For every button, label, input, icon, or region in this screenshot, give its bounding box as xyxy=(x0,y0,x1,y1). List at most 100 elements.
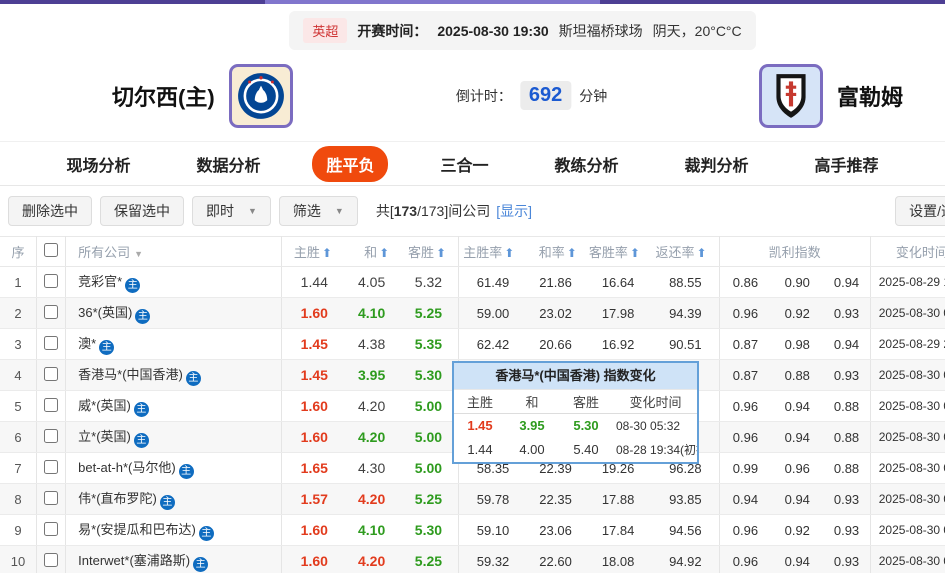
row-checkbox[interactable] xyxy=(44,552,59,567)
odds-value[interactable]: 5.00 xyxy=(401,390,460,422)
popup-odds-value: 1.45 xyxy=(467,418,493,434)
tab-7[interactable]: 高手推荐 xyxy=(801,146,893,182)
header-return-rate[interactable]: 返还率 ⬆ xyxy=(651,236,720,267)
odds-value[interactable]: 1.60 xyxy=(281,545,344,573)
popup-odds-value: 3.95 xyxy=(519,418,545,434)
odds-value[interactable]: 5.30 xyxy=(401,514,460,546)
odds-value[interactable]: 1.45 xyxy=(281,328,344,360)
tab-5[interactable]: 教练分析 xyxy=(541,146,633,182)
row-checkbox[interactable] xyxy=(44,428,59,443)
rate-value: 16.64 xyxy=(588,266,652,298)
row-checkbox-cell xyxy=(36,359,67,391)
select-all-checkbox[interactable] xyxy=(44,243,59,257)
kelly-value: 0.94 xyxy=(771,421,824,453)
tab-4[interactable]: 三合一 xyxy=(426,146,502,182)
header-draw-rate[interactable]: 和率 ⬆ xyxy=(526,236,589,267)
odds-value[interactable]: 4.05 xyxy=(343,266,402,298)
odds-value[interactable]: 1.60 xyxy=(281,297,344,329)
odds-value[interactable]: 5.00 xyxy=(401,452,460,484)
company-name[interactable]: bet-at-h*(马尔他) xyxy=(78,460,176,475)
row-number: 2 xyxy=(0,297,37,329)
header-home-odds[interactable]: 主胜 ⬆ xyxy=(281,236,344,267)
company-name[interactable]: 威*(英国) xyxy=(78,398,131,413)
odds-value[interactable]: 5.35 xyxy=(401,328,460,360)
change-time: 2025-08-30 05:44 xyxy=(870,514,945,546)
top-progress-segment xyxy=(265,0,600,4)
odds-value[interactable]: 1.45 xyxy=(281,359,344,391)
odds-value[interactable]: 1.60 xyxy=(281,421,344,453)
row-checkbox[interactable] xyxy=(44,459,59,474)
away-team: 富勒姆 xyxy=(758,63,903,128)
odds-value[interactable]: 4.20 xyxy=(343,421,402,453)
tab-1[interactable]: 现场分析 xyxy=(52,146,144,182)
odds-value[interactable]: 4.20 xyxy=(343,483,402,515)
table-row: 8 伟*(直布罗陀) 主 1.57 4.20 5.25 59.78 22.35 17.88 93.… xyxy=(0,483,945,515)
rate-value: 62.42 xyxy=(458,328,527,360)
tab-3[interactable]: 胜平负 xyxy=(312,145,389,182)
rate-value: 18.08 xyxy=(588,545,652,573)
company-name[interactable]: Interwet*(塞浦路斯) xyxy=(78,553,190,568)
row-checkbox[interactable] xyxy=(44,304,59,319)
company-name[interactable]: 澳* xyxy=(78,336,96,351)
row-checkbox-cell xyxy=(36,266,67,298)
rate-value: 88.55 xyxy=(651,266,720,298)
company-name[interactable]: 易*(安提瓜和巴布达) xyxy=(78,522,196,537)
chevron-down-icon: ▼ xyxy=(134,249,144,259)
filter-dropdown[interactable]: 筛选 ▼ xyxy=(278,196,358,226)
odds-value[interactable]: 4.30 xyxy=(343,452,402,484)
odds-value[interactable]: 3.95 xyxy=(343,359,402,391)
popup-header-time: 变化时间 xyxy=(614,389,697,414)
row-checkbox[interactable] xyxy=(44,366,59,381)
company-name[interactable]: 香港马*(中国香港) xyxy=(78,367,183,382)
company-name[interactable]: 竞彩官* xyxy=(78,274,122,289)
odds-value[interactable]: 1.60 xyxy=(281,514,344,546)
row-checkbox[interactable] xyxy=(44,397,59,412)
show-link[interactable]: [显示] xyxy=(496,203,532,219)
odds-value[interactable]: 5.00 xyxy=(401,421,460,453)
company-name[interactable]: 伟*(直布罗陀) xyxy=(78,491,157,506)
company-cell: 易*(安提瓜和巴布达) 主 xyxy=(65,514,282,546)
header-company[interactable]: 所有公司 ▼ xyxy=(65,236,282,267)
settings-select-button[interactable]: 设置/选择 xyxy=(895,196,945,226)
odds-value[interactable]: 4.20 xyxy=(343,390,402,422)
odds-value[interactable]: 5.25 xyxy=(401,483,460,515)
sort-asc-icon: ⬆ xyxy=(566,246,577,260)
delete-selected-button[interactable]: 删除选中 xyxy=(8,196,92,226)
kelly-value: 0.88 xyxy=(823,421,871,453)
row-checkbox[interactable] xyxy=(44,521,59,536)
odds-value[interactable]: 4.20 xyxy=(343,545,402,573)
company-name[interactable]: 36*(英国) xyxy=(78,305,132,320)
header-draw-odds[interactable]: 和 ⬆ xyxy=(343,236,402,267)
countdown-value: 692 xyxy=(519,81,572,110)
tab-6[interactable]: 裁判分析 xyxy=(671,146,763,182)
header-away-rate[interactable]: 客胜率 ⬆ xyxy=(588,236,652,267)
odds-value[interactable]: 4.38 xyxy=(343,328,402,360)
row-number: 10 xyxy=(0,545,37,573)
header-change-time[interactable]: 变化时间⬆ xyxy=(870,236,945,267)
company-cell: 澳* 主 xyxy=(65,328,282,360)
odds-value[interactable]: 4.10 xyxy=(343,514,402,546)
row-checkbox[interactable] xyxy=(44,335,59,350)
odds-value[interactable]: 1.44 xyxy=(281,266,344,298)
rate-value: 17.88 xyxy=(588,483,652,515)
keep-selected-button[interactable]: 保留选中 xyxy=(100,196,184,226)
instant-odds-dropdown[interactable]: 即时 ▼ xyxy=(192,196,271,226)
odds-value[interactable]: 5.32 xyxy=(401,266,460,298)
odds-value[interactable]: 1.57 xyxy=(281,483,344,515)
rate-value: 59.00 xyxy=(458,297,527,329)
odds-value[interactable]: 4.10 xyxy=(343,297,402,329)
odds-value[interactable]: 1.65 xyxy=(281,452,344,484)
odds-value[interactable]: 5.25 xyxy=(401,297,460,329)
header-away-odds[interactable]: 客胜 ⬆ xyxy=(401,236,460,267)
odds-value[interactable]: 5.30 xyxy=(401,359,460,391)
odds-value[interactable]: 1.60 xyxy=(281,390,344,422)
tab-2[interactable]: 数据分析 xyxy=(182,146,274,182)
company-name[interactable]: 立*(英国) xyxy=(78,429,131,444)
header-home-rate[interactable]: 主胜率 ⬆ xyxy=(458,236,527,267)
odds-value[interactable]: 5.25 xyxy=(401,545,460,573)
row-checkbox[interactable] xyxy=(44,273,59,288)
filter-label: 筛选 xyxy=(292,203,321,219)
kelly-value: 0.93 xyxy=(823,359,871,391)
row-checkbox-cell xyxy=(36,297,67,329)
row-checkbox[interactable] xyxy=(44,490,59,505)
